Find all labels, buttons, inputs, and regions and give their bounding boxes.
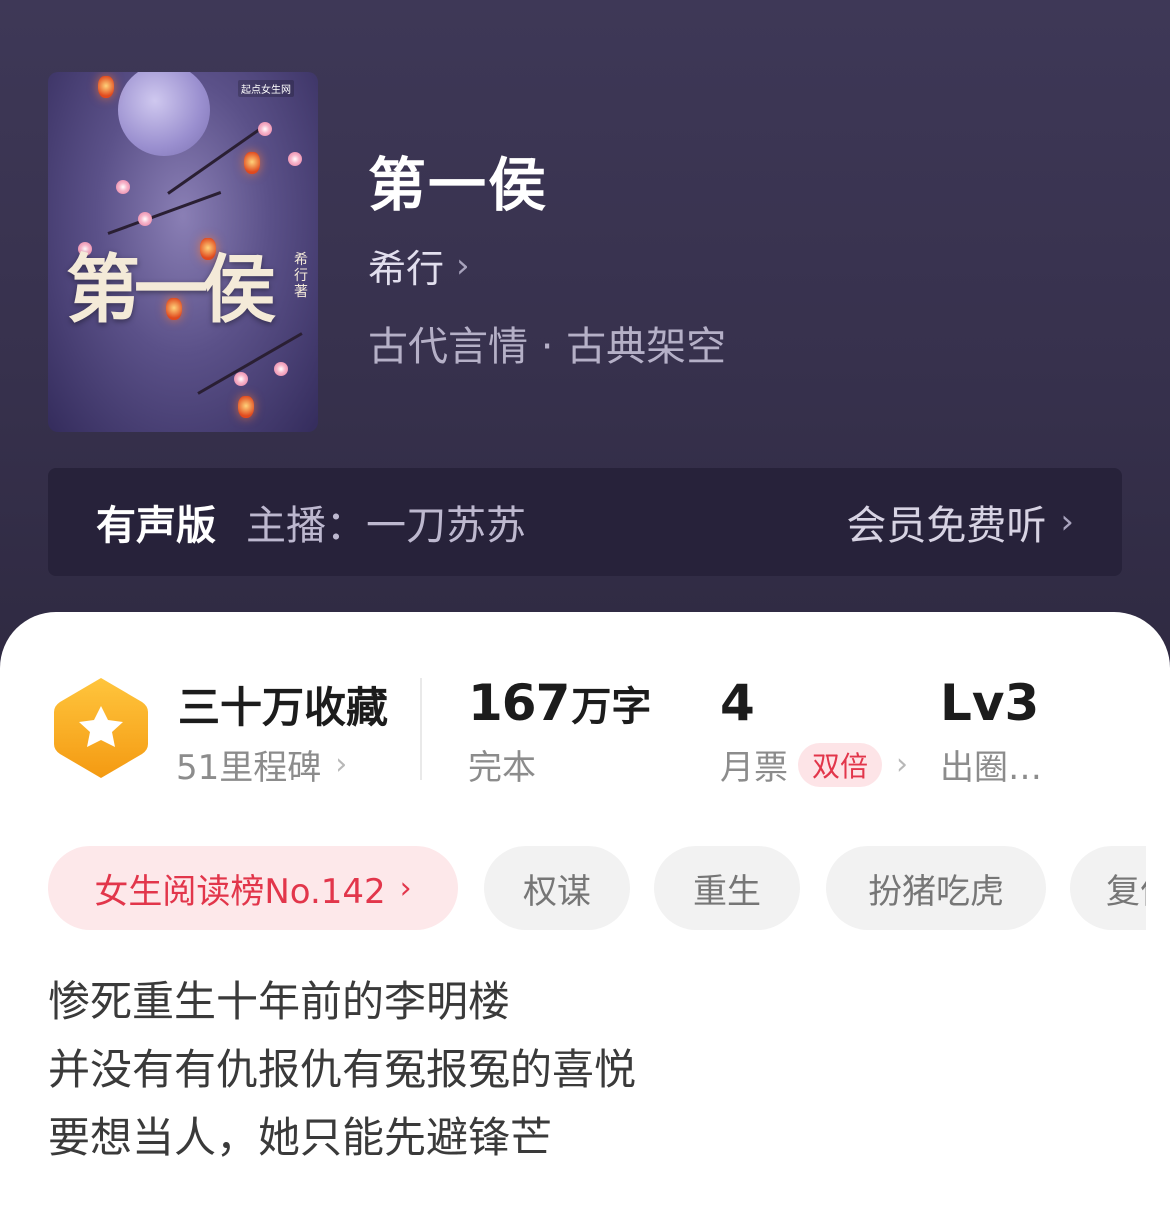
book-genre: 古代言情 · 古典架空 xyxy=(368,324,727,370)
tag-chip[interactable]: 重生 xyxy=(654,846,800,930)
collection-count: 三十万收藏 xyxy=(178,683,389,732)
tag-chip[interactable]: 扮猪吃虎 xyxy=(826,846,1046,930)
synopsis[interactable]: 惨死重生十年前的李明楼 并没有有仇报仇有冤报冤的喜悦 要想当人，她只能先避锋芒 xyxy=(48,968,636,1172)
cover-title-art: 第一侯 xyxy=(66,247,276,333)
word-count-unit: 万字 xyxy=(571,684,652,730)
synopsis-line: 惨死重生十年前的李明楼 xyxy=(48,977,511,1026)
tag-chip[interactable]: 权谋 xyxy=(484,846,630,930)
tag-list: 女生阅读榜No.142 › 权谋 重生 扮猪吃虎 复仇 xyxy=(48,846,1146,930)
chevron-right-icon: › xyxy=(896,747,909,782)
cover-author-art: 希行著 xyxy=(294,252,308,300)
stats-divider xyxy=(420,678,422,780)
rank-tag-label: 女生阅读榜No.142 xyxy=(94,871,386,912)
chevron-right-icon: › xyxy=(456,245,470,286)
cover-lantern xyxy=(238,396,254,418)
cover-blossom xyxy=(116,180,130,194)
star-hexagon-icon xyxy=(54,678,148,778)
cover-lantern xyxy=(244,152,260,174)
fan-level: Lv3 xyxy=(940,674,1040,732)
word-count: 167 万字 xyxy=(468,674,651,732)
fan-level-desc[interactable]: 出圈… xyxy=(940,740,1042,789)
cover-blossom xyxy=(274,362,288,376)
audiobook-label: 有声版 xyxy=(96,503,216,549)
cover-moon xyxy=(118,72,210,156)
audiobook-banner[interactable]: 有声版 主播：一刀苏苏 会员免费听 › xyxy=(48,468,1122,576)
cover-blossom xyxy=(288,152,302,166)
monthly-ticket-count: 4 xyxy=(720,674,755,732)
cover-lantern xyxy=(98,76,114,98)
cover-publisher-logo: 起点女生网 xyxy=(238,80,294,97)
audiobook-host: 主播：一刀苏苏 xyxy=(246,503,526,549)
chevron-right-icon: › xyxy=(1060,502,1074,542)
book-cover[interactable]: 起点女生网 第一侯 希行著 xyxy=(48,72,318,432)
monthly-ticket-label: 月票 xyxy=(720,748,788,788)
synopsis-line: 要想当人，她只能先避锋芒 xyxy=(48,1113,553,1162)
word-count-number: 167 xyxy=(468,674,570,732)
listen-free-button[interactable]: 会员免费听 › xyxy=(846,493,1074,551)
double-badge: 双倍 xyxy=(798,742,883,787)
cover-blossom xyxy=(138,212,152,226)
milestone-label: 51里程碑 xyxy=(176,748,322,788)
milestone-link[interactable]: 51里程碑 › xyxy=(176,740,347,789)
cover-branch xyxy=(107,191,222,235)
chevron-right-icon: › xyxy=(399,870,412,906)
book-title: 第一侯 xyxy=(368,151,549,219)
cover-branch xyxy=(197,332,303,395)
cover-blossom xyxy=(258,122,272,136)
monthly-ticket-link[interactable]: 月票 双倍 › xyxy=(720,740,908,789)
rank-tag[interactable]: 女生阅读榜No.142 › xyxy=(48,846,458,930)
synopsis-line: 并没有有仇报仇有冤报冤的喜悦 xyxy=(48,1045,637,1094)
chevron-right-icon: › xyxy=(335,747,348,782)
cover-blossom xyxy=(234,372,248,386)
author-name: 希行 xyxy=(368,247,445,291)
completion-status: 完本 xyxy=(468,748,536,788)
author-link[interactable]: 希行 › xyxy=(368,238,470,293)
tag-chip[interactable]: 复仇 xyxy=(1070,846,1146,930)
listen-free-label: 会员免费听 xyxy=(846,503,1047,549)
